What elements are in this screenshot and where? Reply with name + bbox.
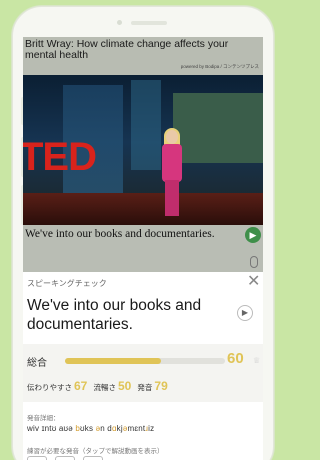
practice-sound-chip[interactable]: [55, 456, 75, 460]
phone-frame: Britt Wray: How climate change affects y…: [12, 6, 274, 460]
microphone-icon[interactable]: [250, 256, 258, 268]
camera-icon: [117, 20, 122, 25]
pronunciation-score: 79: [154, 379, 168, 393]
video-player[interactable]: Britt Wray: How climate change affects y…: [23, 37, 263, 272]
stage-floor: [23, 193, 263, 225]
practice-label: 練習が必要な発音（タップで解説動画を表示）: [27, 448, 164, 455]
speaker-figure: [161, 128, 183, 220]
speaker-grille: [131, 21, 167, 25]
close-icon[interactable]: ✕: [247, 274, 260, 290]
ipa-segment: ʊks: [80, 424, 96, 433]
phone-notch: [89, 7, 199, 33]
ipa-segment: mɛnt: [127, 424, 146, 433]
pronunciation-label: 発音: [137, 383, 153, 392]
crown-icon: ♕: [253, 356, 261, 365]
overall-progress-bar: [65, 358, 225, 364]
panel-title: スピーキングチェック: [27, 279, 107, 288]
speaker-icon[interactable]: ▶: [237, 305, 253, 321]
powered-by-credit: powered by Bodipa / コンテンツプレス: [180, 64, 259, 69]
video-subtitle: We've into our books and documentaries.: [25, 228, 215, 240]
fluency-score: 50: [117, 379, 132, 393]
ipa-segment: wiv ɪntʊ aʊə: [27, 424, 76, 433]
ipa-transcription: wiv ɪntʊ aʊə bʊks ən dɑkjəmɛntɹiz: [27, 424, 154, 433]
ted-logo: TED: [23, 135, 97, 179]
ipa-segment: n d: [100, 424, 112, 433]
sub-scores: 伝わりやすさ 67 流暢さ 50 発音 79: [27, 379, 172, 393]
target-sentence: We've into our books and documentaries.: [27, 297, 202, 333]
app-screen: Britt Wray: How climate change affects y…: [23, 37, 263, 460]
pronunciation-detail-label: 発音詳細：: [27, 415, 60, 422]
overall-label: 総合: [27, 358, 47, 369]
stage-screen: [173, 93, 263, 163]
audio-play-icon[interactable]: ▶: [245, 227, 261, 243]
practice-sound-chip[interactable]: [83, 456, 103, 460]
overall-score: 60: [227, 350, 244, 367]
score-summary: 総合 60 ♕ 伝わりやすさ 67 流暢さ 50 発音 79: [23, 344, 263, 402]
ipa-segment: iz: [148, 424, 155, 433]
stage-backdrop: [131, 80, 161, 170]
overall-progress-fill: [65, 358, 161, 364]
practice-sound-chip[interactable]: [27, 456, 47, 460]
intelligibility-score: 67: [74, 379, 88, 393]
intelligibility-label: 伝わりやすさ: [27, 383, 72, 392]
video-title: Britt Wray: How climate change affects y…: [25, 38, 229, 61]
speaking-check-panel: スピーキングチェック ✕ We've into our books and do…: [23, 272, 263, 460]
video-frame: TED: [23, 75, 263, 225]
fluency-label: 流暢さ: [93, 383, 116, 392]
